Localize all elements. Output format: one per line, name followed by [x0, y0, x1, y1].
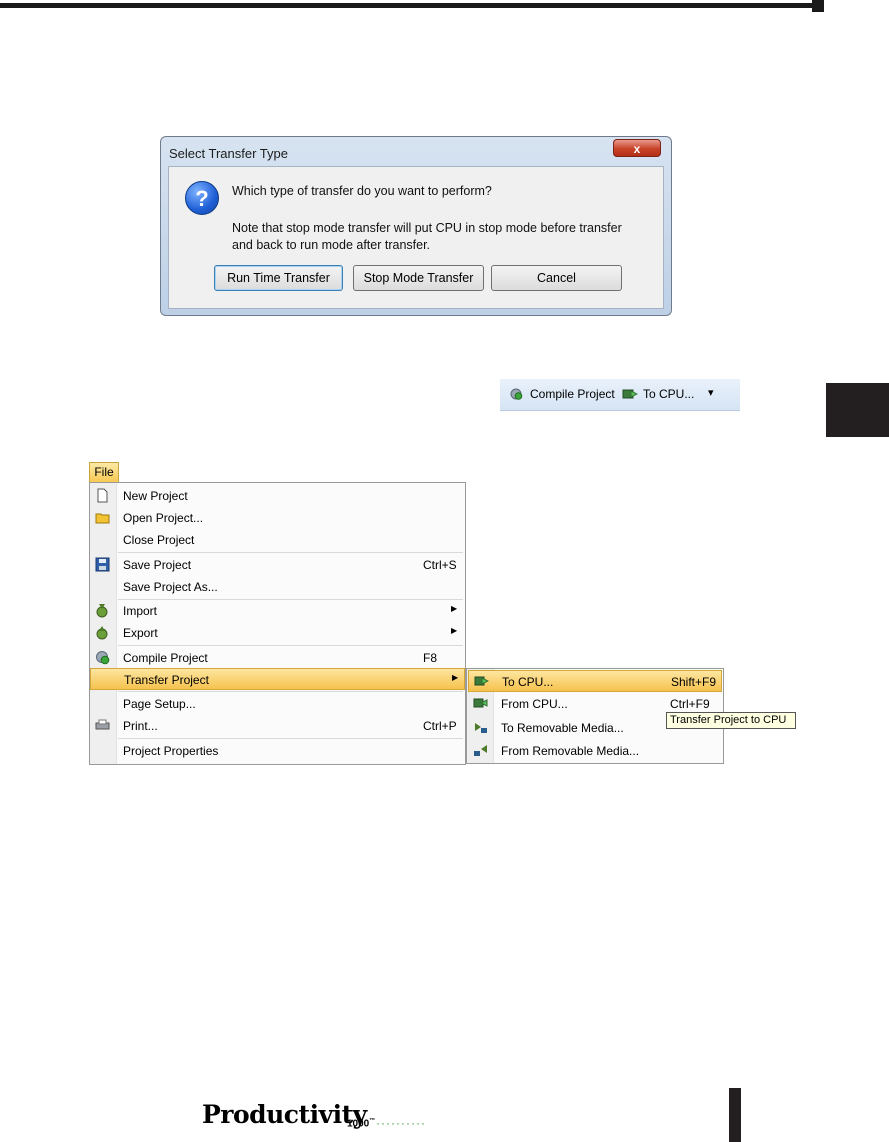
compile-gear-icon — [510, 388, 523, 400]
menu-item-open-project[interactable]: Open Project... — [90, 507, 465, 529]
menu-separator — [118, 691, 463, 692]
submenu-arrow-icon: ▶ — [451, 626, 458, 635]
menu-separator — [118, 645, 463, 646]
compile-project-button[interactable]: Compile Project — [530, 387, 615, 401]
menu-item-compile-project[interactable]: Compile Project F8 — [90, 647, 465, 669]
menu-item-page-setup[interactable]: Page Setup... — [90, 693, 465, 715]
stop-mode-transfer-button[interactable]: Stop Mode Transfer — [353, 265, 484, 291]
top-corner-tab — [812, 0, 824, 12]
to-cpu-dropdown-icon[interactable]: ▾ — [708, 386, 714, 399]
to-cpu-icon — [474, 676, 489, 686]
compile-gear-icon — [96, 651, 110, 665]
dialog-title: Select Transfer Type — [169, 146, 288, 161]
submenu-item-from-removable-media[interactable]: From Removable Media... — [468, 740, 722, 762]
import-icon — [96, 604, 108, 618]
menu-separator — [118, 738, 463, 739]
printer-icon — [95, 719, 110, 730]
dialog-note-line1: Note that stop mode transfer will put CP… — [232, 221, 622, 235]
dialog-note-line2: and back to run mode after transfer. — [232, 238, 431, 252]
close-button[interactable]: x — [613, 139, 661, 157]
to-media-icon — [475, 723, 487, 733]
productivity-logo: Productivity — [202, 1100, 367, 1129]
new-document-icon — [97, 488, 108, 503]
submenu-arrow-icon: ▶ — [452, 673, 459, 682]
menu-item-transfer-project[interactable]: Transfer Project ▶ — [90, 668, 465, 690]
submenu-item-to-cpu[interactable]: To CPU... Shift+F9 — [468, 670, 722, 692]
file-menu-tab[interactable]: File — [89, 462, 119, 482]
from-cpu-icon — [473, 698, 488, 708]
menu-item-print[interactable]: Print... Ctrl+P — [90, 715, 465, 737]
top-rule — [0, 3, 812, 8]
submenu-arrow-icon: ▶ — [451, 604, 458, 613]
floppy-disk-icon — [95, 557, 110, 572]
from-media-icon — [474, 745, 487, 756]
run-time-transfer-button[interactable]: Run Time Transfer — [214, 265, 343, 291]
to-cpu-button[interactable]: To CPU... — [643, 387, 694, 401]
menu-item-import[interactable]: Import ▶ — [90, 600, 465, 622]
logo-model-number: 1000™ — [347, 1118, 376, 1130]
file-menu: New Project Open Project... Close Projec… — [89, 482, 466, 765]
cancel-button[interactable]: Cancel — [491, 265, 622, 291]
logo-dots: ·········· — [376, 1116, 426, 1130]
dialog-body: ? Which type of transfer do you want to … — [168, 166, 664, 309]
menu-item-project-properties[interactable]: Project Properties — [90, 740, 465, 762]
menu-item-export[interactable]: Export ▶ — [90, 622, 465, 644]
footer-bar — [729, 1088, 741, 1142]
chapter-side-tab — [826, 383, 889, 437]
open-folder-icon — [95, 513, 110, 524]
to-cpu-icon — [622, 389, 638, 399]
dialog-question: Which type of transfer do you want to pe… — [232, 184, 492, 198]
export-icon — [96, 626, 108, 640]
menu-separator — [118, 552, 463, 553]
menu-item-save-project-as[interactable]: Save Project As... — [90, 576, 465, 598]
menu-item-close-project[interactable]: Close Project — [90, 529, 465, 551]
select-transfer-type-dialog: Select Transfer Type x ? Which type of t… — [160, 136, 672, 316]
menu-item-new-project[interactable]: New Project — [90, 485, 465, 507]
tooltip: Transfer Project to CPU — [666, 712, 796, 729]
toolbar-strip: Compile Project To CPU... ▾ — [500, 379, 740, 411]
question-icon: ? — [185, 181, 219, 215]
menu-item-save-project[interactable]: Save Project Ctrl+S — [90, 554, 465, 576]
